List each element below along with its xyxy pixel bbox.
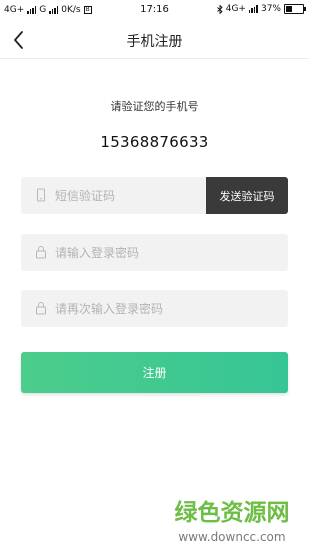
- sms-code-field: 发送验证码: [21, 177, 288, 214]
- battery-icon: [284, 4, 306, 14]
- network-label-right: 4G+: [225, 4, 246, 14]
- lock-icon: [36, 302, 46, 315]
- verify-prompt: 请验证您的手机号: [110, 100, 199, 113]
- battery-fill: [286, 6, 292, 12]
- lock-icon: [36, 246, 46, 259]
- send-code-button[interactable]: 发送验证码: [206, 177, 288, 214]
- phone-icon: [37, 188, 45, 202]
- sms-code-input[interactable]: [55, 177, 205, 214]
- confirm-password-input[interactable]: [55, 290, 275, 327]
- bluetooth-icon: [216, 4, 223, 14]
- confirm-password-field: [21, 290, 288, 327]
- watermark-text: 绿色资源网: [175, 499, 290, 526]
- watermark-logo: 绿色资源网 www.downcc.com: [175, 499, 290, 544]
- phone-number: 15368876633: [100, 133, 209, 151]
- signal-icon-right: [248, 5, 258, 13]
- battery-percent: 37%: [260, 4, 281, 14]
- status-right: 4G+ 37%: [216, 4, 306, 14]
- nav-bar: 手机注册: [0, 22, 309, 59]
- status-bar: 4G+ G 0K/s B 17:16 4G+ 37%: [0, 0, 309, 22]
- watermark-url: www.downcc.com: [178, 530, 285, 544]
- password-field: [21, 234, 288, 271]
- page-title: 手机注册: [126, 34, 183, 50]
- password-input[interactable]: [55, 234, 275, 271]
- register-button[interactable]: 注册: [21, 352, 288, 393]
